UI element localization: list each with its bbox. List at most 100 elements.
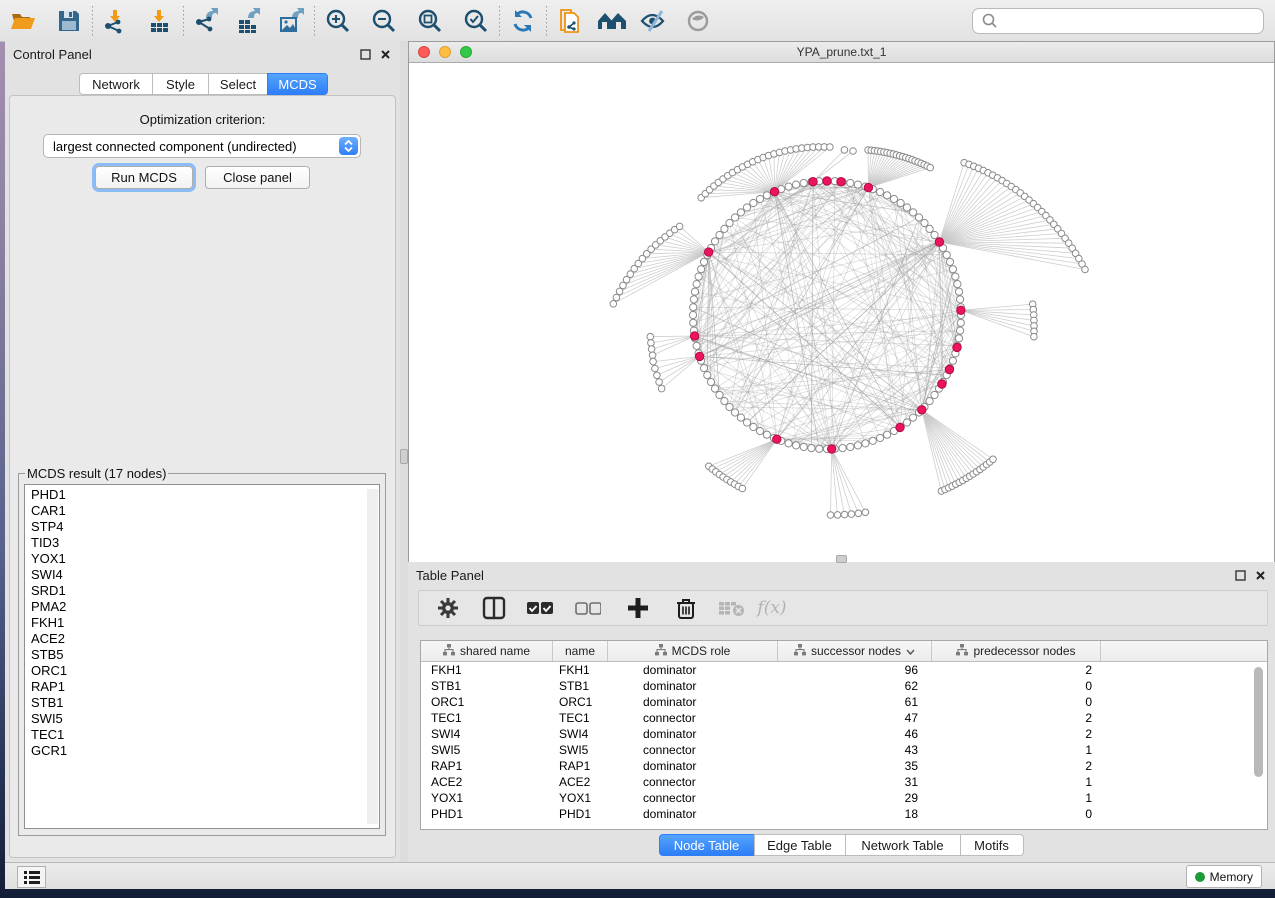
cell-successor-nodes: 47 [778,710,932,726]
list-item[interactable]: CAR1 [25,503,365,519]
tab-edge-table[interactable]: Edge Table [754,834,846,856]
column-header-successor-nodes[interactable]: successor nodes [778,641,932,661]
column-header-predecessor-nodes[interactable]: predecessor nodes [932,641,1101,661]
cell-shared-name: SWI5 [421,742,553,758]
list-item[interactable]: PMA2 [25,599,365,615]
network-window-titlebar[interactable]: YPA_prune.txt_1 [409,42,1274,63]
search-box[interactable] [972,8,1264,34]
table-row[interactable]: PHD1PHD1dominator180 [421,806,1267,822]
cell-MCDS-role: connector [608,790,778,806]
memory-button[interactable]: Memory [1186,865,1262,888]
list-item[interactable]: FKH1 [25,615,365,631]
settings-gear-icon[interactable] [435,595,461,621]
node-table[interactable]: shared namenameMCDS rolesuccessor nodesp… [420,640,1268,830]
cell-successor-nodes: 62 [778,678,932,694]
main-toolbar [0,0,1275,42]
export-image-icon[interactable] [276,6,306,36]
list-item[interactable]: STB1 [25,695,365,711]
search-input[interactable] [1000,11,1263,31]
cell-name: ORC1 [553,694,608,710]
table-row[interactable]: TEC1TEC1connector472 [421,710,1267,726]
export-network-icon[interactable] [192,6,222,36]
list-item[interactable]: ORC1 [25,663,365,679]
delete-row-icon[interactable] [673,595,699,621]
zoom-fit-icon[interactable] [415,6,445,36]
cell-name: SWI4 [553,726,608,742]
zoom-out-icon[interactable] [369,6,399,36]
clone-network-icon[interactable] [555,6,585,36]
column-header-MCDS-role[interactable]: MCDS role [608,641,778,661]
hide-graphics-details-icon[interactable] [639,6,669,36]
show-columns-icon[interactable] [481,595,507,621]
delete-table-icon[interactable] [719,595,745,621]
save-icon[interactable] [54,6,84,36]
float-window-icon[interactable] [358,47,372,61]
list-item[interactable]: SWI4 [25,567,365,583]
column-header-shared-name[interactable]: shared name [421,641,553,661]
list-item[interactable]: YOX1 [25,551,365,567]
deselect-all-icon[interactable] [575,595,601,621]
cell-shared-name: ORC1 [421,694,553,710]
attribute-type-icon [956,644,968,659]
cell-shared-name: TEC1 [421,710,553,726]
tab-node-table[interactable]: Node Table [659,834,755,856]
close-panel-icon[interactable] [1253,568,1267,582]
table-row[interactable]: STB1STB1dominator620 [421,678,1267,694]
criterion-select[interactable]: largest connected component (undirected) [43,134,361,158]
list-item[interactable]: ACE2 [25,631,365,647]
function-builder-icon[interactable]: f(x) [759,595,785,621]
cell-name: YOX1 [553,790,608,806]
refresh-icon[interactable] [508,6,538,36]
tab-select[interactable]: Select [208,73,268,95]
close-panel-icon[interactable] [378,47,392,61]
float-window-icon[interactable] [1233,568,1247,582]
mcds-list-scrollbar[interactable] [367,489,378,824]
list-item[interactable]: RAP1 [25,679,365,695]
mcds-result-title: MCDS result (17 nodes) [25,466,168,481]
list-item[interactable]: TID3 [25,535,365,551]
cell-predecessor-nodes: 1 [932,774,1101,790]
tab-network-table[interactable]: Network Table [845,834,961,856]
run-mcds-button[interactable]: Run MCDS [95,166,193,189]
list-item[interactable]: PHD1 [25,487,365,503]
network-window-title: YPA_prune.txt_1 [409,45,1274,59]
select-all-icon[interactable] [527,595,553,621]
table-row[interactable]: ACE2ACE2connector311 [421,774,1267,790]
table-row[interactable]: ORC1ORC1dominator610 [421,694,1267,710]
network-overview-icon[interactable] [597,6,627,36]
list-item[interactable]: GCR1 [25,743,365,759]
horizontal-splitter-grip[interactable] [836,555,847,563]
tab-style[interactable]: Style [152,73,209,95]
network-window: YPA_prune.txt_1 [408,41,1275,562]
vertical-splitter[interactable] [400,41,408,862]
table-row[interactable]: RAP1RAP1dominator352 [421,758,1267,774]
table-row[interactable]: FKH1FKH1dominator962 [421,662,1267,678]
tab-network[interactable]: Network [79,73,153,95]
task-history-button[interactable] [17,866,46,888]
column-header-name[interactable]: name [553,641,608,661]
tab-mcds[interactable]: MCDS [267,73,328,95]
list-item[interactable]: SWI5 [25,711,365,727]
list-item[interactable]: SRD1 [25,583,365,599]
table-row[interactable]: SWI4SWI4dominator462 [421,726,1267,742]
table-row[interactable]: SWI5SWI5connector431 [421,742,1267,758]
table-scrollbar[interactable] [1254,667,1263,777]
mcds-result-list[interactable]: PHD1CAR1STP4TID3YOX1SWI4SRD1PMA2FKH1ACE2… [25,487,365,828]
splitter-grip[interactable] [400,449,408,464]
zoom-in-icon[interactable] [323,6,353,36]
export-table-icon[interactable] [234,6,264,36]
show-graphics-details-icon[interactable] [683,6,713,36]
list-item[interactable]: STB5 [25,647,365,663]
import-table-icon[interactable] [145,6,175,36]
import-network-icon[interactable] [101,6,131,36]
close-panel-button[interactable]: Close panel [205,166,310,189]
table-row[interactable]: YOX1YOX1connector291 [421,790,1267,806]
zoom-selected-icon[interactable] [461,6,491,36]
list-item[interactable]: TEC1 [25,727,365,743]
list-item[interactable]: STP4 [25,519,365,535]
open-icon[interactable] [8,6,38,36]
add-row-icon[interactable] [625,595,651,621]
network-canvas[interactable] [409,63,1274,562]
tab-motifs[interactable]: Motifs [960,834,1024,856]
cell-predecessor-nodes: 0 [932,806,1101,822]
